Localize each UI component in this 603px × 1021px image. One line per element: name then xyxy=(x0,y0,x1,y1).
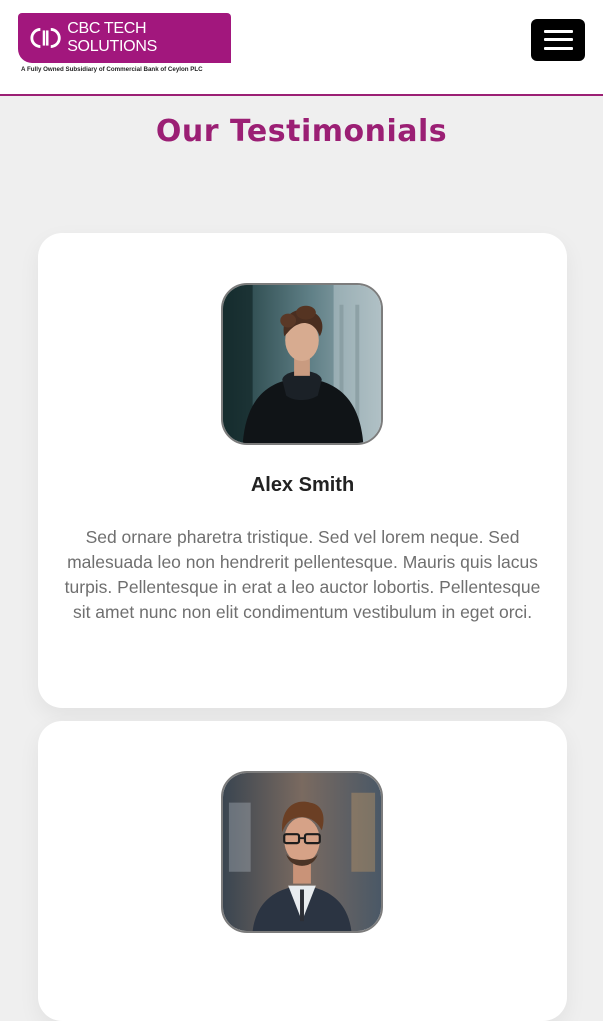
testimonial-quote: Sed ornare pharetra tristique. Sed vel l… xyxy=(64,527,541,622)
man-with-glasses-and-vest-photo xyxy=(223,773,381,931)
testimonial-name: Alex Smith xyxy=(250,474,355,496)
cbc-logo-icon xyxy=(30,28,61,48)
man-in-black-hoodie-photo xyxy=(223,285,381,443)
hamburger-menu-icon-bar xyxy=(544,38,573,41)
brand-name: CBC TECH SOLUTIONS xyxy=(67,20,157,55)
hamburger-menu-icon-bar xyxy=(544,47,573,50)
hamburger-menu-icon xyxy=(544,30,573,33)
brand-logo[interactable]: CBC TECH SOLUTIONS A Fully Owned Subsidi… xyxy=(18,13,232,77)
brand-tagline: A Fully Owned Subsidiary of Commercial B… xyxy=(21,66,203,73)
avatar xyxy=(221,771,383,933)
avatar xyxy=(221,283,383,445)
section-title: Our Testimonials xyxy=(155,114,448,149)
navbar: CBC TECH SOLUTIONS A Fully Owned Subsidi… xyxy=(0,0,603,96)
menu-toggle-button[interactable] xyxy=(531,19,585,61)
testimonial-card: Alex Smith Sed ornare pharetra tristique… xyxy=(38,233,567,708)
logo-badge: CBC TECH SOLUTIONS xyxy=(18,13,231,63)
testimonial-card xyxy=(38,721,567,1021)
